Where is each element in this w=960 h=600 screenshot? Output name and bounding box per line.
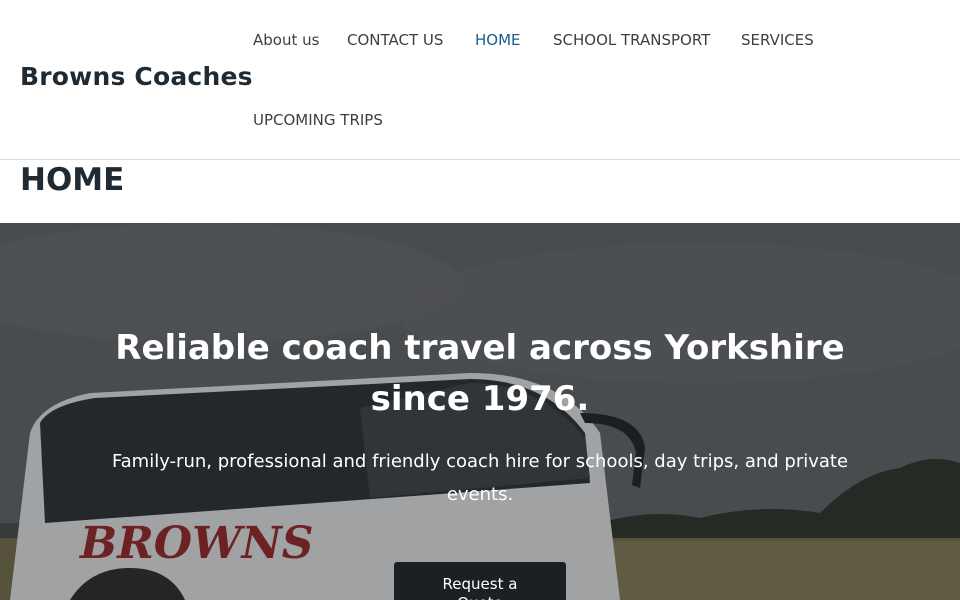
nav-item-about-us[interactable]: About us: [253, 31, 319, 49]
nav-item-services[interactable]: SERVICES: [741, 31, 814, 49]
hero-heading: Reliable coach travel across Yorkshire s…: [115, 328, 845, 419]
page-title: HOME: [20, 162, 125, 198]
nav-item-upcoming-trips[interactable]: UPCOMING TRIPS: [253, 111, 383, 129]
nav-item-school-transport[interactable]: SCHOOL TRANSPORT: [553, 31, 710, 49]
nav-item-contact-us[interactable]: CONTACT US: [347, 31, 443, 49]
hero-banner: BROWNS Reliable coach travel across York…: [0, 223, 960, 600]
site-logo[interactable]: Browns Coaches: [20, 62, 253, 91]
hero-subheading: Family-run, professional and friendly co…: [111, 451, 849, 505]
nav-item-home[interactable]: HOME: [475, 31, 521, 49]
page-title-bar: HOME: [0, 161, 960, 223]
request-quote-button[interactable]: Request a Quote: [394, 562, 566, 600]
site-header: Browns Coaches About us CONTACT US HOME …: [0, 0, 960, 160]
